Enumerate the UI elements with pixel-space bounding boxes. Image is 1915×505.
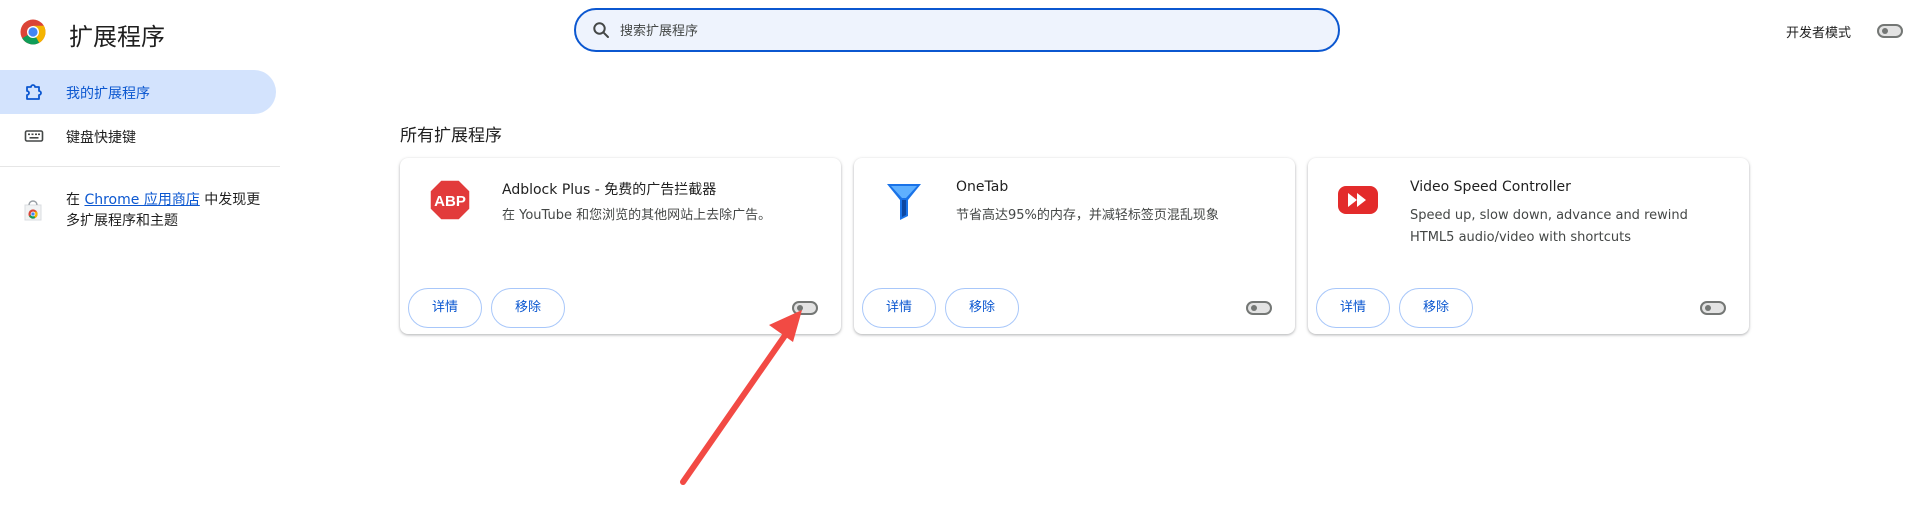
dev-mode-label: 开发者模式 (1786, 26, 1852, 41)
extension-card-onetab: OneTab 节省高达95%的内存，并减轻标签页混乱现象 详情 移除 (854, 158, 1295, 334)
search-icon (593, 22, 609, 38)
toggle-knob (797, 305, 803, 311)
remove-button[interactable]: 移除 (491, 288, 565, 328)
abp-stop-sign-icon: ABP (429, 179, 471, 221)
extension-description: 节省高达95%的内存，并减轻标签页混乱现象 (956, 208, 1219, 223)
sidebar-divider (0, 166, 280, 167)
chrome-web-store-link[interactable]: Chrome 应用商店 (84, 192, 199, 208)
keyboard-icon (24, 130, 44, 142)
extension-card-video-speed-controller: Video Speed Controller Speed up, slow do… (1308, 158, 1749, 334)
remove-button[interactable]: 移除 (945, 288, 1019, 328)
sidebar-item-label: 键盘快捷键 (66, 130, 136, 146)
puzzle-piece-icon (26, 84, 42, 100)
header: 扩展程序 开发者模式 (0, 0, 1915, 62)
page-title: 扩展程序 (69, 23, 165, 51)
toggle-knob (1882, 28, 1888, 34)
video-speed-controller-icon (1338, 186, 1378, 214)
svg-text:ABP: ABP (434, 193, 466, 210)
dev-mode-toggle[interactable] (1877, 24, 1903, 38)
extension-enable-toggle[interactable] (1246, 301, 1272, 315)
sidebar-item-label: 我的扩展程序 (66, 86, 150, 102)
promo-prefix: 在 (66, 192, 85, 208)
remove-button[interactable]: 移除 (1399, 288, 1473, 328)
extension-card-adblock-plus: ABP Adblock Plus - 免费的广告拦截器 在 YouTube 和您… (400, 158, 841, 334)
sidebar-item-my-extensions[interactable]: 我的扩展程序 (0, 70, 276, 114)
extension-enable-toggle[interactable] (792, 301, 818, 315)
extension-name: Adblock Plus - 免费的广告拦截器 (502, 182, 717, 198)
section-title: 所有扩展程序 (400, 126, 502, 146)
chrome-web-store-icon (24, 200, 42, 221)
search-bar[interactable] (574, 8, 1340, 52)
toggle-knob (1251, 305, 1257, 311)
extension-enable-toggle[interactable] (1700, 301, 1726, 315)
toggle-knob (1705, 305, 1711, 311)
sidebar-item-keyboard-shortcuts[interactable]: 键盘快捷键 (0, 114, 276, 158)
extension-description: Speed up, slow down, advance and rewind … (1410, 208, 1688, 245)
web-store-promo: 在 Chrome 应用商店 中发现更多扩展程序和主题 (0, 186, 280, 236)
details-button[interactable]: 详情 (862, 288, 936, 328)
onetab-funnel-icon (887, 184, 921, 220)
extension-name: OneTab (956, 179, 1009, 195)
sidebar: 我的扩展程序 键盘快捷键 在 Chrome 应用商店 中发现更多扩展程序和主题 (0, 62, 280, 505)
extension-description: 在 YouTube 和您浏览的其他网站上去除广告。 (502, 208, 772, 223)
search-input[interactable] (618, 19, 1302, 43)
details-button[interactable]: 详情 (408, 288, 482, 328)
details-button[interactable]: 详情 (1316, 288, 1390, 328)
extension-name: Video Speed Controller (1410, 179, 1571, 195)
chrome-logo-icon (20, 19, 46, 45)
web-store-promo-text: 在 Chrome 应用商店 中发现更多扩展程序和主题 (66, 190, 266, 232)
